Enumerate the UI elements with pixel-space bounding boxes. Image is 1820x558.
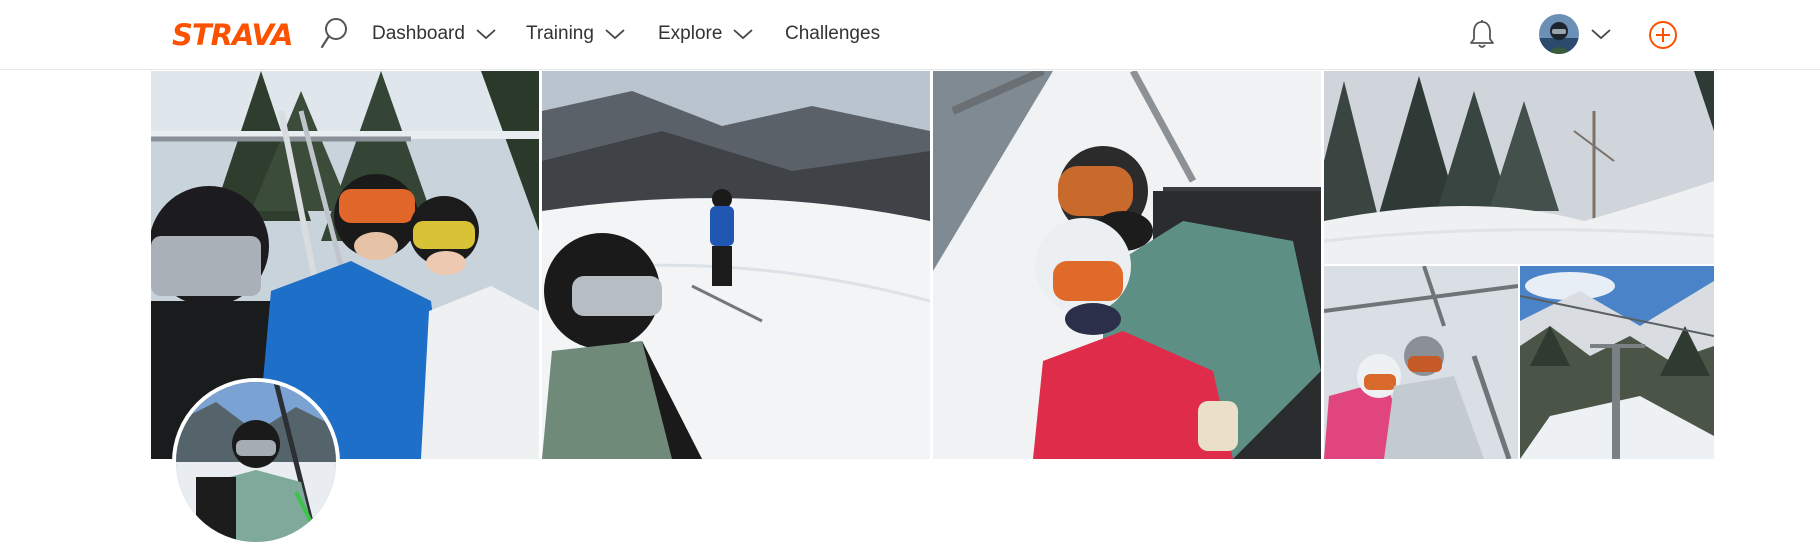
chevron-down-icon [605,29,625,40]
top-navigation-bar: STRAVA Dashboard Training Explore Challe… [0,0,1820,70]
chevron-down-icon [476,29,496,40]
gallery-photo[interactable] [1324,266,1518,459]
photo-gallery [151,71,1714,459]
strava-logo[interactable]: STRAVA [172,20,293,50]
nav-explore-label: Explore [658,23,723,44]
bell-icon[interactable] [1468,18,1496,50]
nav-dashboard[interactable]: Dashboard [372,20,497,48]
chevron-down-icon[interactable] [1590,27,1612,41]
gallery-photo[interactable] [933,71,1321,459]
user-avatar[interactable] [1539,14,1579,54]
gallery-photo[interactable] [542,71,930,459]
chevron-down-icon [733,29,754,40]
gallery-photo[interactable] [1520,266,1714,459]
profile-avatar[interactable] [172,378,340,546]
nav-dashboard-label: Dashboard [372,23,465,44]
search-icon[interactable] [318,16,350,52]
nav-training[interactable]: Training [526,20,626,48]
plus-circle-icon[interactable] [1648,20,1678,50]
nav-training-label: Training [526,23,594,44]
nav-challenges-label: Challenges [785,23,881,44]
gallery-photo[interactable] [1324,71,1714,264]
nav-explore[interactable]: Explore [658,20,754,48]
nav-challenges[interactable]: Challenges [785,20,880,48]
